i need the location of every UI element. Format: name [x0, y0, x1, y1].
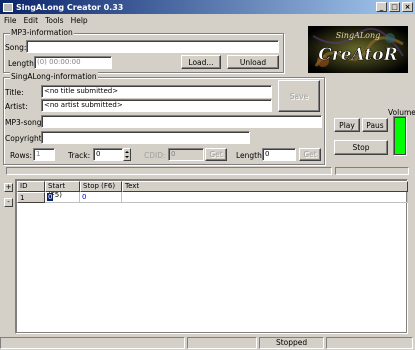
menu-tools[interactable]: Tools [45, 16, 63, 25]
get-cdid-button[interactable]: Get [205, 148, 227, 161]
volume-slider[interactable] [393, 116, 407, 156]
menu-file[interactable]: File [4, 16, 17, 25]
cell-text[interactable] [122, 192, 408, 203]
mp3-info-label: MP3-information [10, 28, 74, 37]
status-panel-2 [187, 337, 257, 349]
status-panel-4 [326, 337, 413, 349]
logo-subtitle: SingALong [336, 31, 381, 40]
artist-field[interactable]: <no artist submitted> [41, 99, 272, 112]
close-button[interactable]: × [402, 2, 413, 12]
stop-button[interactable]: Stop [334, 140, 388, 155]
song-field[interactable] [26, 40, 279, 53]
time-bar [335, 167, 409, 175]
status-panel-1 [0, 337, 186, 349]
title-bar: SingALong Creator 0.33 _ □ × [0, 0, 415, 14]
play-button[interactable]: Play [334, 118, 360, 132]
track-spinner[interactable] [123, 148, 131, 161]
rows-field[interactable]: 1 [33, 148, 55, 161]
cell-id: 1 [17, 192, 45, 203]
window-title: SingALong Creator 0.33 [16, 2, 124, 12]
title-label: Title: [5, 88, 24, 97]
cdid-field[interactable]: 0 [168, 148, 204, 161]
copyright-field[interactable] [41, 131, 250, 144]
minimize-button[interactable]: _ [376, 2, 387, 12]
song-length-label: Length: [236, 151, 265, 160]
artist-label: Artist: [5, 102, 28, 111]
unload-button[interactable]: Unload [227, 55, 279, 69]
length-field[interactable]: (0) 00:00:00 [34, 56, 112, 69]
copyright-label: Copyright: [5, 134, 45, 143]
status-text: Stopped [258, 337, 325, 349]
title-field[interactable]: <no title submitted> [41, 85, 272, 98]
mp3-song-label: MP3-song: [5, 118, 45, 127]
cell-start-value[interactable]: 0 [47, 193, 54, 201]
singalong-info-label: SingALong-information [10, 72, 98, 81]
menu-edit[interactable]: Edit [24, 16, 39, 25]
lyrics-grid[interactable]: ID Start (F5) Stop (F6) Text 1 0 0 [15, 179, 408, 334]
col-text[interactable]: Text [122, 181, 408, 192]
length-label: Length: [8, 59, 37, 68]
remove-row-button[interactable]: - [4, 198, 13, 207]
get-length-button[interactable]: Get [299, 148, 321, 161]
add-row-button[interactable]: + [4, 183, 13, 192]
maximize-button[interactable]: □ [389, 2, 400, 12]
song-label: Song: [5, 43, 27, 52]
load-button[interactable]: Load... [181, 55, 221, 69]
track-label: Track: [68, 151, 91, 160]
col-id[interactable]: ID [17, 181, 45, 192]
cell-stop[interactable]: 0 [80, 192, 122, 203]
pause-button[interactable]: Paus [362, 118, 388, 132]
app-icon [3, 2, 13, 12]
col-stop[interactable]: Stop (F6) [80, 181, 122, 192]
grid-header: ID Start (F5) Stop (F6) Text [17, 181, 408, 199]
col-start[interactable]: Start (F5) [45, 181, 80, 199]
table-row[interactable]: 1 0 0 [17, 192, 408, 203]
logo-image: SingALong CreAtoR [308, 26, 408, 73]
position-bar[interactable] [6, 167, 332, 175]
cell-start[interactable]: 0 [45, 192, 80, 203]
song-length-field[interactable]: 0 [262, 148, 296, 161]
track-field[interactable]: 0 [93, 148, 123, 161]
status-bar: Stopped [0, 336, 415, 350]
menu-help[interactable]: Help [71, 16, 88, 25]
logo-title: CreAtoR [318, 45, 398, 65]
cdid-label: CDID: [144, 151, 166, 160]
save-button[interactable]: Save [278, 80, 320, 112]
volume-level-fill [395, 118, 405, 154]
rows-label: Rows: [10, 151, 33, 160]
mp3-song-field[interactable] [41, 115, 322, 128]
